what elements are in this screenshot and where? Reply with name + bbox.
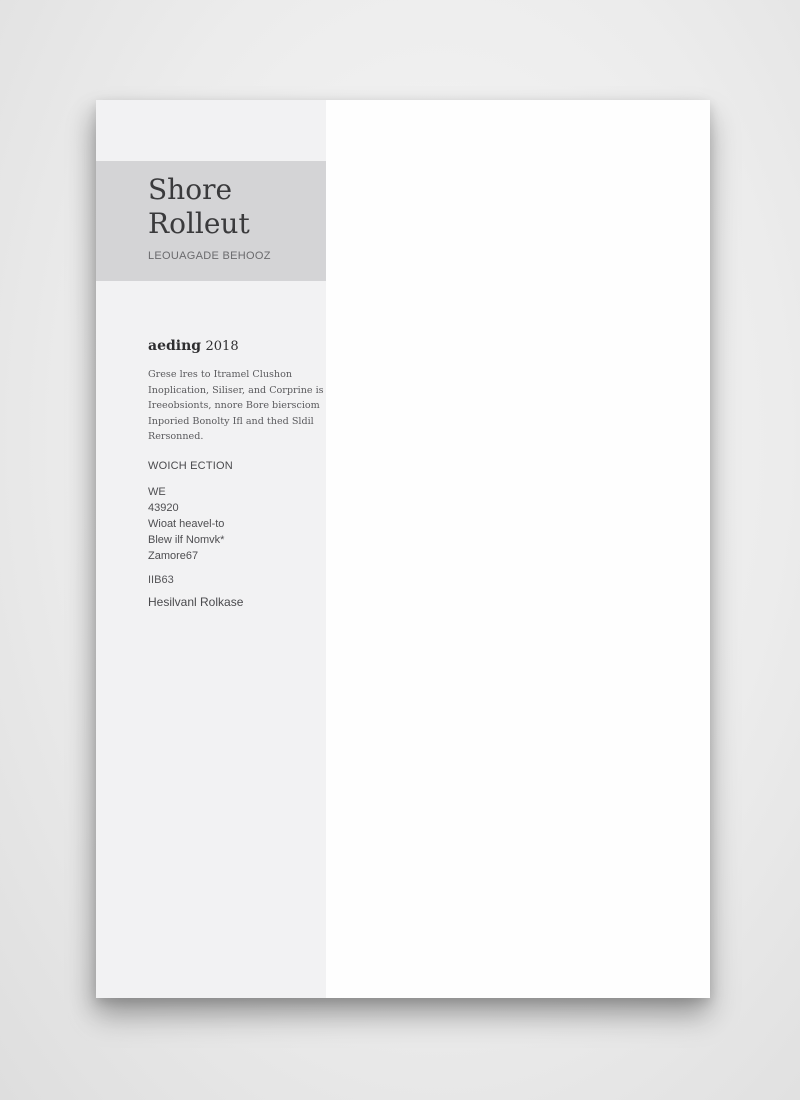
section-heading-year: 2018 (205, 339, 239, 354)
title-band: Shore Rolleut LEOUAGADE BEHOOZ (96, 161, 326, 281)
contact-line: Blew ilf Nomvk* (148, 534, 225, 546)
main-content-area (326, 100, 710, 998)
body-line: Inporied Bonolty Ifl and thed Sldil (148, 415, 314, 427)
document-page: Shore Rolleut LEOUAGADE BEHOOZ aeding 20… (96, 100, 710, 998)
contact-line: 43920 (148, 502, 179, 514)
body-line: Ireeobsionts, nnore Bore biersciom (148, 400, 320, 411)
document-subtitle: LEOUAGADE BEHOOZ (148, 250, 271, 262)
title-line-1: Shore (148, 173, 233, 206)
section-heading: aeding 2018 (148, 338, 239, 354)
body-paragraph: Grese lres to Itramel Clushon Inoplicati… (148, 367, 324, 445)
contact-heading: WOICH ECTION (148, 460, 233, 472)
title-line-2: Rolleut (148, 207, 250, 240)
body-line: Rersonned. (148, 431, 204, 442)
document-title: Shore Rolleut (148, 173, 250, 241)
body-line: Inoplication, Siliser, and Corprine is (148, 384, 324, 396)
body-line: Grese lres to Itramel Clushon (148, 369, 293, 380)
contact-line: Wioat heavel-to (148, 518, 225, 530)
contact-line: Zamore67 (148, 550, 199, 562)
code-label: IIB63 (148, 574, 174, 586)
sidebar-column: Shore Rolleut LEOUAGADE BEHOOZ aeding 20… (96, 100, 326, 998)
footer-text: Hesilvanl Rolkase (148, 595, 244, 609)
contact-line: WE (148, 486, 166, 498)
contact-block: WE 43920 Wioat heavel-to Blew ilf Nomvk*… (148, 484, 224, 564)
section-heading-text: aeding (148, 338, 202, 354)
